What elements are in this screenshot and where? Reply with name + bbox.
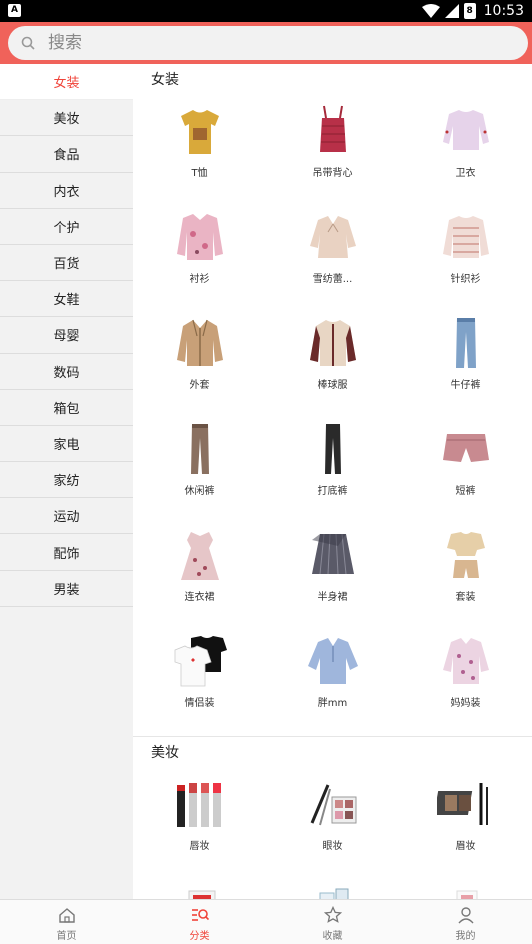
battery-icon: 8 xyxy=(463,3,476,19)
subcategory-item[interactable]: 雪纺蕾... xyxy=(266,202,399,308)
nav-label: 首页 xyxy=(56,931,77,942)
sidebar-item-accessories[interactable]: 配饰 xyxy=(0,534,133,571)
sidebar-item-womens[interactable]: 女装 xyxy=(0,64,133,101)
subcategory-item[interactable]: 针织衫 xyxy=(399,202,532,308)
status-bar: A 8 10:53 xyxy=(0,0,532,22)
subcategory-item[interactable]: 短裤 xyxy=(399,414,532,520)
category-content: 女装 T恤 吊带背心 卫衣 衬衫 雪纺蕾... 针织衫 外套 棒球服 牛仔裤 休… xyxy=(133,64,532,899)
nav-label: 分类 xyxy=(189,931,210,942)
blouse-icon xyxy=(171,208,229,266)
user-icon xyxy=(457,907,474,924)
nav-favorites[interactable]: 收藏 xyxy=(266,900,399,944)
subcategory-item[interactable]: 胖mm xyxy=(266,626,399,732)
subcategory-item[interactable]: 眉妆 xyxy=(399,769,532,875)
dress-icon xyxy=(171,526,229,584)
subcategory-item[interactable]: 连衣裙 xyxy=(133,520,266,626)
subcategory-item[interactable]: 卫衣 xyxy=(399,96,532,202)
subcategory-item[interactable]: 休闲裤 xyxy=(133,414,266,520)
plus-size-icon xyxy=(304,632,362,690)
sweatshirt-icon xyxy=(437,102,495,160)
skincare-box-icon xyxy=(171,881,229,899)
subcategory-item[interactable]: 棒球服 xyxy=(266,308,399,414)
outfit-set-icon xyxy=(437,526,495,584)
sidebar-item-appliances[interactable]: 家电 xyxy=(0,426,133,463)
sidebar-item-baby[interactable]: 母婴 xyxy=(0,317,133,354)
sidebar-item-sports[interactable]: 运动 xyxy=(0,498,133,535)
subcategory-item[interactable] xyxy=(399,875,532,899)
search-bar[interactable] xyxy=(8,26,528,60)
shorts-icon xyxy=(437,420,495,478)
header xyxy=(0,22,532,64)
sidebar-item-personal-care[interactable]: 个护 xyxy=(0,209,133,245)
sidebar-item-beauty[interactable]: 美妆 xyxy=(0,100,133,137)
leggings-icon xyxy=(304,420,362,478)
sidebar-item-underwear[interactable]: 内衣 xyxy=(0,173,133,209)
subcategory-item[interactable]: 外套 xyxy=(133,308,266,414)
bottom-nav: 首页 分类 收藏 我的 xyxy=(0,899,532,944)
sidebar-item-household[interactable]: 百货 xyxy=(0,245,133,282)
subcategory-item[interactable]: 情侣装 xyxy=(133,626,266,732)
sidebar-item-digital[interactable]: 数码 xyxy=(0,354,133,390)
skirt-icon xyxy=(304,526,362,584)
section-title: 女装 xyxy=(151,72,179,88)
sidebar-item-womens-shoes[interactable]: 女鞋 xyxy=(0,281,133,318)
jeans-icon xyxy=(437,314,495,372)
search-input[interactable] xyxy=(48,30,508,56)
eyebrow-icon xyxy=(436,775,495,833)
wifi-icon xyxy=(421,4,440,18)
subcategory-item[interactable]: 唇妆 xyxy=(133,769,266,875)
nav-label: 我的 xyxy=(455,931,476,942)
subcategory-grid: 唇妆 眼妆 眉妆 xyxy=(133,769,532,899)
skincare-tube-icon xyxy=(304,881,362,899)
status-icons: 8 10:53 xyxy=(421,2,524,20)
nav-profile[interactable]: 我的 xyxy=(399,900,532,944)
sidebar-item-bags[interactable]: 箱包 xyxy=(0,390,133,426)
home-icon xyxy=(58,908,75,923)
category-sidebar: 女装 美妆 食品 内衣 个护 百货 女鞋 母婴 数码 箱包 家电 家纺 运动 配… xyxy=(0,64,133,899)
search-icon xyxy=(21,36,35,50)
subcategory-item[interactable]: 衬衫 xyxy=(133,202,266,308)
subcategory-item[interactable]: 套装 xyxy=(399,520,532,626)
subcategory-grid: T恤 吊带背心 卫衣 衬衫 雪纺蕾... 针织衫 外套 棒球服 牛仔裤 休闲裤 … xyxy=(133,96,532,732)
clock: 10:53 xyxy=(483,3,524,19)
camisole-icon xyxy=(304,102,362,160)
casual-pants-icon xyxy=(171,420,229,478)
subcategory-item[interactable]: 妈妈装 xyxy=(399,626,532,732)
sidebar-item-mens[interactable]: 男装 xyxy=(0,571,133,607)
subcategory-item[interactable] xyxy=(266,875,399,899)
star-icon xyxy=(323,906,342,923)
skincare-bottle-icon xyxy=(437,881,495,899)
nav-label: 收藏 xyxy=(322,931,343,942)
subcategory-item[interactable]: 打底裤 xyxy=(266,414,399,520)
subcategory-item[interactable]: 半身裙 xyxy=(266,520,399,626)
baseball-jacket-icon xyxy=(304,314,362,372)
signal-icon xyxy=(444,4,459,18)
subcategory-item[interactable]: 眼妆 xyxy=(266,769,399,875)
couple-tees-icon xyxy=(171,632,229,690)
subcategory-item[interactable]: 牛仔裤 xyxy=(399,308,532,414)
subcategory-item[interactable]: 吊带背心 xyxy=(266,96,399,202)
subcategory-item[interactable]: T恤 xyxy=(133,96,266,202)
mom-wear-icon xyxy=(437,632,495,690)
category-icon xyxy=(191,909,209,921)
beauty-section: 美妆 唇妆 眼妆 眉妆 xyxy=(133,737,532,899)
tshirt-icon xyxy=(171,102,229,160)
knit-icon xyxy=(437,208,495,266)
eye-makeup-icon xyxy=(304,775,362,833)
nav-home[interactable]: 首页 xyxy=(0,900,133,944)
app-notification-icon: A xyxy=(8,4,21,17)
section-title: 美妆 xyxy=(151,745,179,761)
subcategory-item[interactable] xyxy=(133,875,266,899)
sidebar-item-home-textiles[interactable]: 家纺 xyxy=(0,462,133,499)
lipstick-icon xyxy=(171,775,229,833)
chiffon-icon xyxy=(304,208,362,266)
nav-category[interactable]: 分类 xyxy=(133,900,266,944)
coat-icon xyxy=(171,314,229,372)
sidebar-item-food[interactable]: 食品 xyxy=(0,136,133,173)
